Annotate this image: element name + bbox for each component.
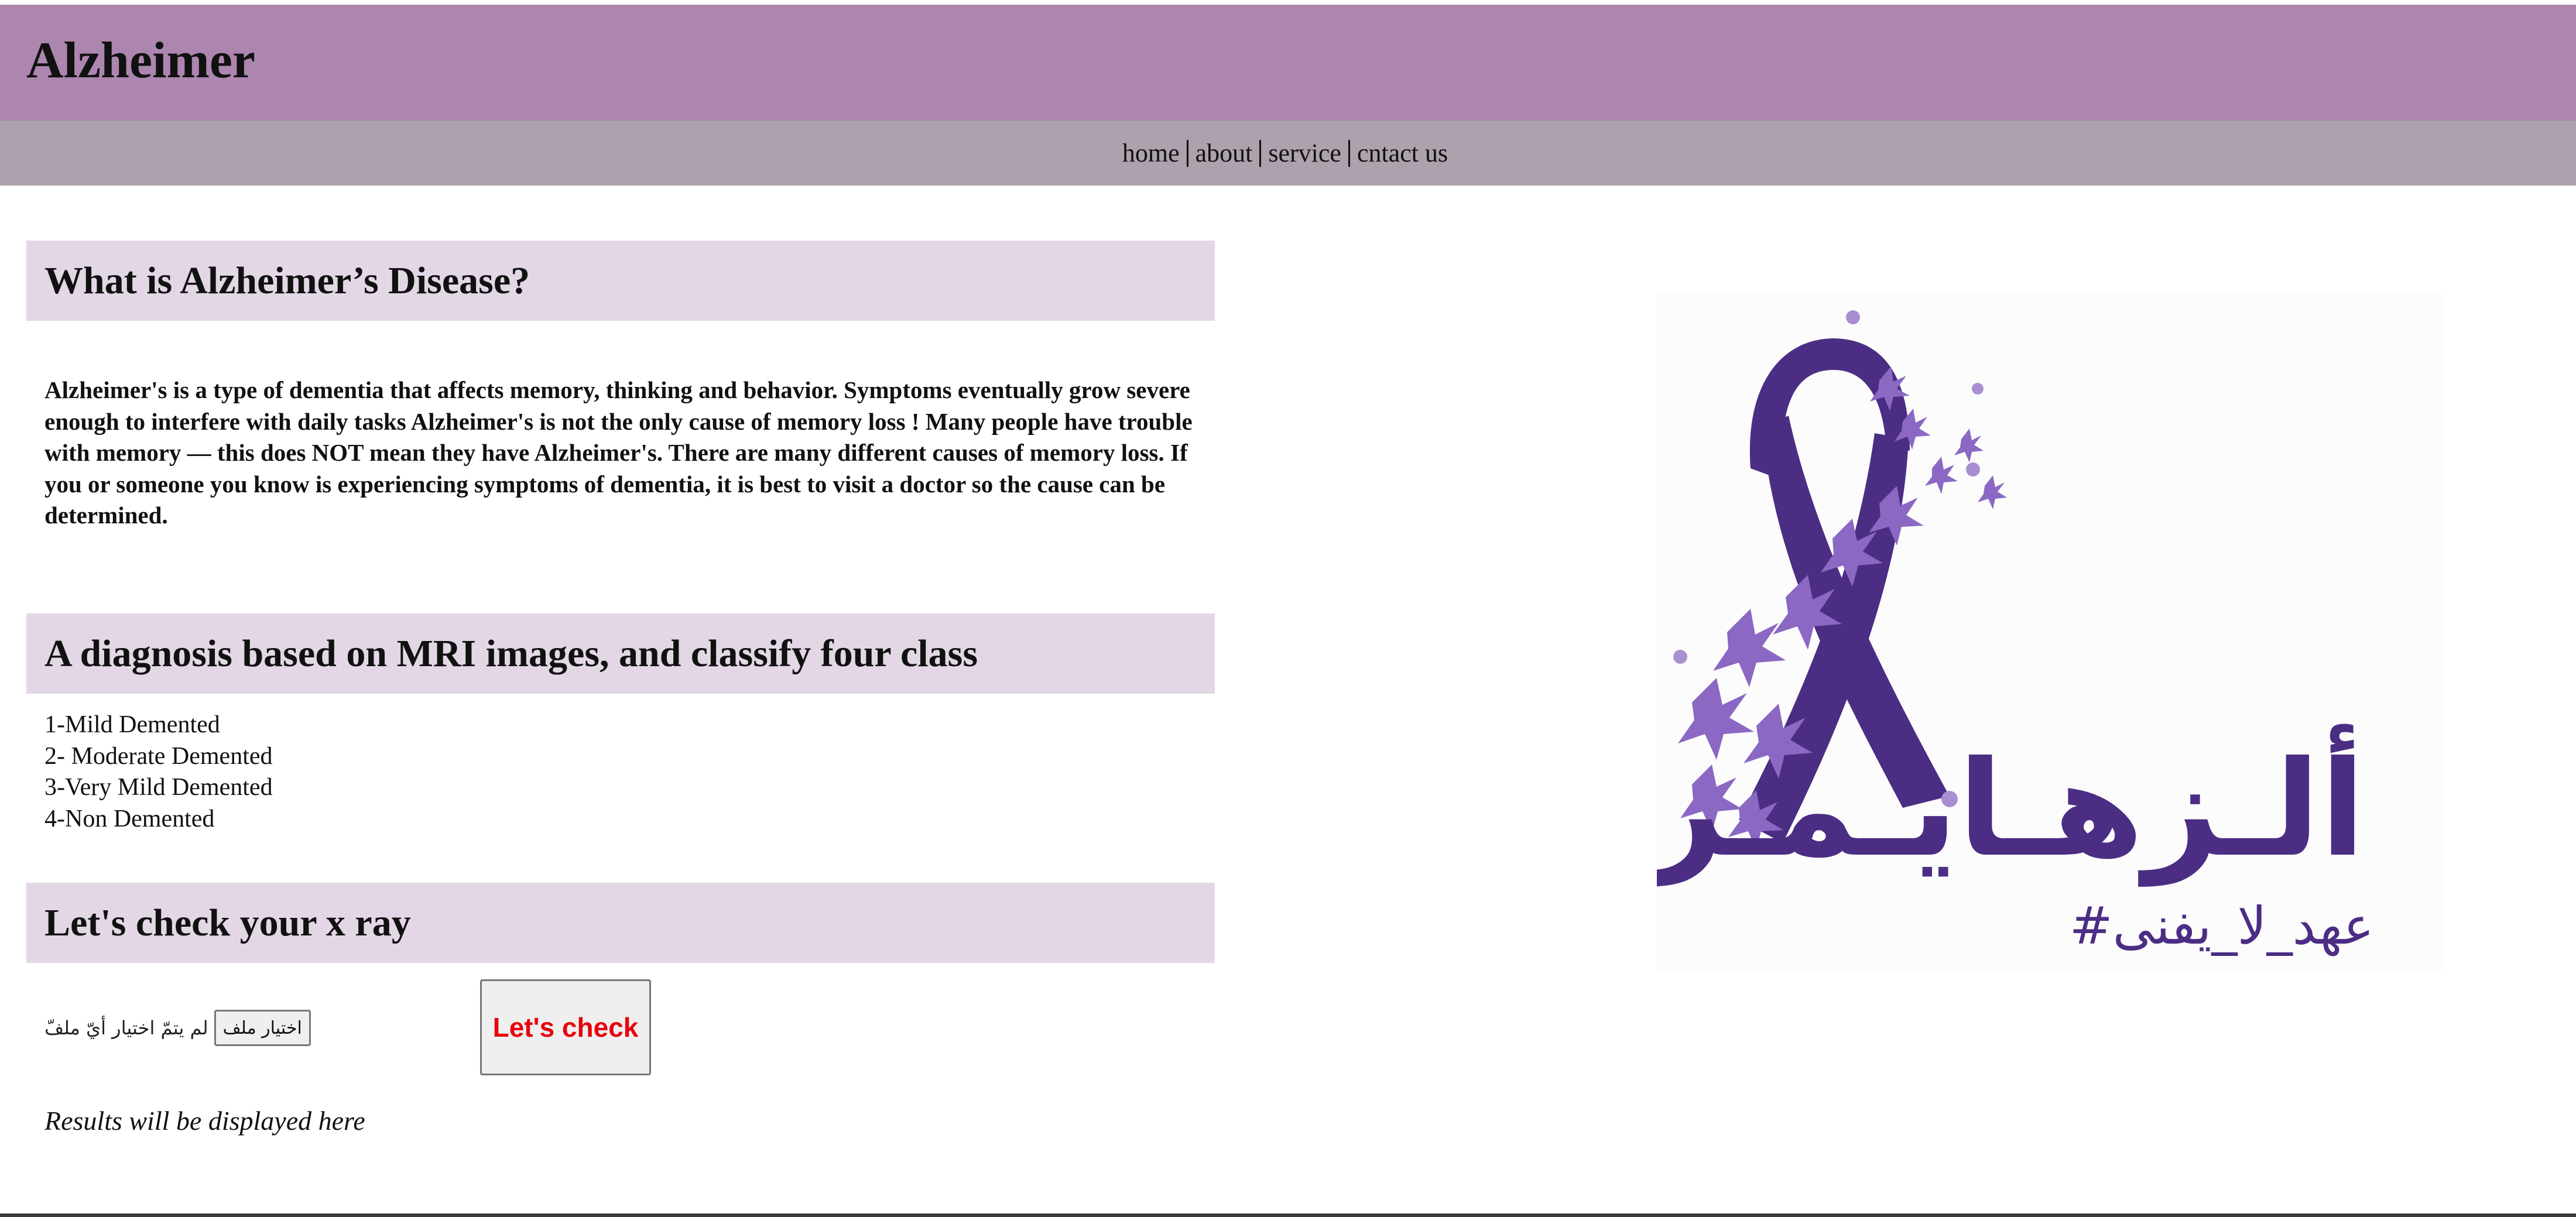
site-title: Alzheimer	[26, 32, 255, 89]
nav-home-link[interactable]: home	[1122, 139, 1188, 167]
alzheimer-logo: ألـزهـايـمـر #عهد_لا_يفنى	[1657, 293, 2444, 972]
site-header: Alzheimer	[0, 5, 2576, 121]
class-item-very-mild: 3-Very Mild Demented	[44, 774, 273, 801]
intro-paragraph: Alzheimer's is a type of dementia that a…	[44, 376, 1193, 529]
class-item-non: 4-Non Demented	[44, 805, 215, 832]
what-is-heading: What is Alzheimer’s Disease?	[26, 241, 1215, 321]
svg-text:#عهد_لا_يفنى: #عهد_لا_يفنى	[2070, 896, 2374, 957]
file-status-text: لم يتمّ اختيار أيّ ملفّ	[44, 1017, 208, 1039]
class-item-mild: 1-Mild Demented	[44, 711, 220, 738]
file-input[interactable]: اختيار ملف لم يتمّ اختيار أيّ ملفّ	[44, 1010, 311, 1046]
check-button[interactable]: Let's check	[480, 979, 651, 1075]
nav-about-link[interactable]: about	[1188, 139, 1262, 167]
svg-text:ألـزهـايـمـر: ألـزهـايـمـر	[1657, 724, 2365, 887]
top-strip	[0, 0, 2576, 5]
nav-contact-link[interactable]: cntact us	[1350, 139, 1448, 167]
bottom-rule	[0, 1213, 2576, 1217]
choose-file-button[interactable]: اختيار ملف	[214, 1010, 311, 1046]
class-item-moderate: 2- Moderate Demented	[44, 742, 273, 770]
nav-bar: home about service cntact us	[0, 121, 2576, 186]
diagnosis-heading: A diagnosis based on MRI images, and cla…	[26, 613, 1215, 694]
purple-ribbon-icon: ألـزهـايـمـر #عهد_لا_يفنى	[1657, 310, 2374, 957]
results-text: Results will be displayed here	[44, 1106, 365, 1136]
page: Alzheimer home about service cntact us W…	[0, 0, 2576, 1217]
class-list: 1-Mild Demented 2- Moderate Demented 3-V…	[44, 709, 273, 835]
nav-service-link[interactable]: service	[1261, 139, 1350, 167]
nav-list: home about service cntact us	[1122, 139, 1454, 167]
check-heading: Let's check your x ray	[26, 883, 1215, 963]
